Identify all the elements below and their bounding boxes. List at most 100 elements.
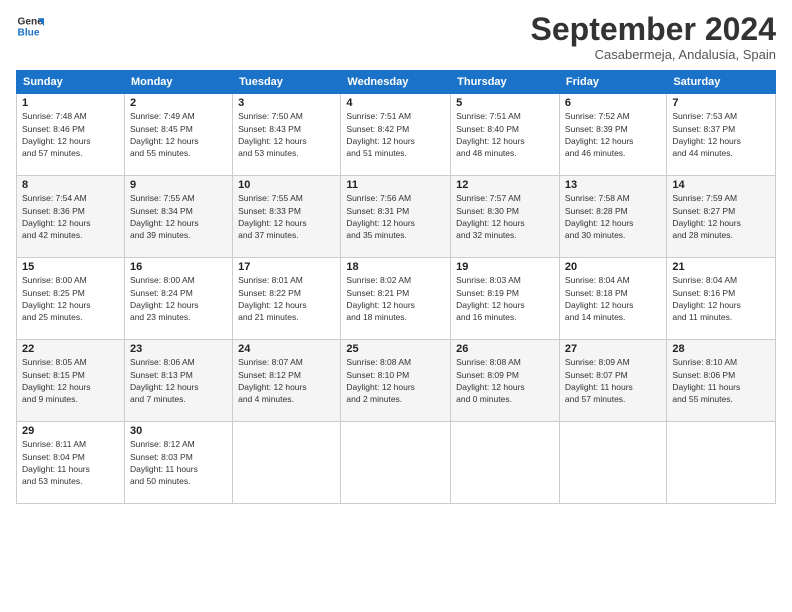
cell-w2-d3: 18Sunrise: 8:02 AM Sunset: 8:21 PM Dayli… [341,258,451,340]
day-number: 11 [346,179,445,191]
cell-w1-d3: 11Sunrise: 7:56 AM Sunset: 8:31 PM Dayli… [341,176,451,258]
cell-w2-d2: 17Sunrise: 8:01 AM Sunset: 8:22 PM Dayli… [233,258,341,340]
day-number: 18 [346,261,445,273]
day-info: Sunrise: 7:59 AM Sunset: 8:27 PM Dayligh… [672,192,770,241]
day-info: Sunrise: 8:04 AM Sunset: 8:18 PM Dayligh… [565,274,661,323]
day-info: Sunrise: 8:08 AM Sunset: 8:09 PM Dayligh… [456,356,554,405]
cell-w0-d1: 2Sunrise: 7:49 AM Sunset: 8:45 PM Daylig… [124,94,232,176]
day-info: Sunrise: 7:58 AM Sunset: 8:28 PM Dayligh… [565,192,661,241]
day-info: Sunrise: 7:53 AM Sunset: 8:37 PM Dayligh… [672,110,770,159]
day-info: Sunrise: 7:56 AM Sunset: 8:31 PM Dayligh… [346,192,445,241]
cell-w1-d5: 13Sunrise: 7:58 AM Sunset: 8:28 PM Dayli… [559,176,666,258]
day-info: Sunrise: 8:09 AM Sunset: 8:07 PM Dayligh… [565,356,661,405]
cell-w2-d1: 16Sunrise: 8:00 AM Sunset: 8:24 PM Dayli… [124,258,232,340]
day-number: 29 [22,425,119,437]
day-info: Sunrise: 7:55 AM Sunset: 8:33 PM Dayligh… [238,192,335,241]
location: Casabermeja, Andalusia, Spain [531,47,776,62]
col-header-friday: Friday [559,71,666,94]
day-number: 1 [22,97,119,109]
day-info: Sunrise: 7:49 AM Sunset: 8:45 PM Dayligh… [130,110,227,159]
day-info: Sunrise: 8:02 AM Sunset: 8:21 PM Dayligh… [346,274,445,323]
cell-w2-d6: 21Sunrise: 8:04 AM Sunset: 8:16 PM Dayli… [667,258,776,340]
day-info: Sunrise: 7:51 AM Sunset: 8:42 PM Dayligh… [346,110,445,159]
cell-w0-d3: 4Sunrise: 7:51 AM Sunset: 8:42 PM Daylig… [341,94,451,176]
day-number: 15 [22,261,119,273]
day-number: 7 [672,97,770,109]
cell-w3-d2: 24Sunrise: 8:07 AM Sunset: 8:12 PM Dayli… [233,340,341,422]
cell-w0-d4: 5Sunrise: 7:51 AM Sunset: 8:40 PM Daylig… [451,94,560,176]
day-info: Sunrise: 7:54 AM Sunset: 8:36 PM Dayligh… [22,192,119,241]
cell-w3-d3: 25Sunrise: 8:08 AM Sunset: 8:10 PM Dayli… [341,340,451,422]
day-number: 5 [456,97,554,109]
day-info: Sunrise: 8:03 AM Sunset: 8:19 PM Dayligh… [456,274,554,323]
col-header-tuesday: Tuesday [233,71,341,94]
day-info: Sunrise: 8:04 AM Sunset: 8:16 PM Dayligh… [672,274,770,323]
cell-w0-d5: 6Sunrise: 7:52 AM Sunset: 8:39 PM Daylig… [559,94,666,176]
col-header-saturday: Saturday [667,71,776,94]
cell-w3-d0: 22Sunrise: 8:05 AM Sunset: 8:15 PM Dayli… [17,340,125,422]
month-title: September 2024 [531,12,776,47]
cell-w3-d6: 28Sunrise: 8:10 AM Sunset: 8:06 PM Dayli… [667,340,776,422]
day-info: Sunrise: 7:50 AM Sunset: 8:43 PM Dayligh… [238,110,335,159]
cell-w1-d2: 10Sunrise: 7:55 AM Sunset: 8:33 PM Dayli… [233,176,341,258]
day-info: Sunrise: 8:08 AM Sunset: 8:10 PM Dayligh… [346,356,445,405]
day-info: Sunrise: 7:55 AM Sunset: 8:34 PM Dayligh… [130,192,227,241]
col-header-sunday: Sunday [17,71,125,94]
day-number: 21 [672,261,770,273]
day-number: 16 [130,261,227,273]
cell-w3-d5: 27Sunrise: 8:09 AM Sunset: 8:07 PM Dayli… [559,340,666,422]
day-number: 22 [22,343,119,355]
day-number: 2 [130,97,227,109]
day-info: Sunrise: 7:52 AM Sunset: 8:39 PM Dayligh… [565,110,661,159]
day-info: Sunrise: 8:00 AM Sunset: 8:25 PM Dayligh… [22,274,119,323]
cell-w1-d6: 14Sunrise: 7:59 AM Sunset: 8:27 PM Dayli… [667,176,776,258]
cell-w3-d1: 23Sunrise: 8:06 AM Sunset: 8:13 PM Dayli… [124,340,232,422]
cell-w1-d4: 12Sunrise: 7:57 AM Sunset: 8:30 PM Dayli… [451,176,560,258]
day-info: Sunrise: 8:06 AM Sunset: 8:13 PM Dayligh… [130,356,227,405]
day-number: 9 [130,179,227,191]
day-number: 27 [565,343,661,355]
day-number: 20 [565,261,661,273]
day-number: 4 [346,97,445,109]
day-number: 23 [130,343,227,355]
cell-w4-d0: 29Sunrise: 8:11 AM Sunset: 8:04 PM Dayli… [17,422,125,504]
col-header-wednesday: Wednesday [341,71,451,94]
cell-w4-d1: 30Sunrise: 8:12 AM Sunset: 8:03 PM Dayli… [124,422,232,504]
day-info: Sunrise: 8:00 AM Sunset: 8:24 PM Dayligh… [130,274,227,323]
svg-text:General: General [18,16,44,27]
calendar-table: SundayMondayTuesdayWednesdayThursdayFrid… [16,70,776,504]
day-number: 25 [346,343,445,355]
day-info: Sunrise: 7:57 AM Sunset: 8:30 PM Dayligh… [456,192,554,241]
cell-w1-d1: 9Sunrise: 7:55 AM Sunset: 8:34 PM Daylig… [124,176,232,258]
day-number: 30 [130,425,227,437]
cell-w0-d6: 7Sunrise: 7:53 AM Sunset: 8:37 PM Daylig… [667,94,776,176]
day-info: Sunrise: 8:07 AM Sunset: 8:12 PM Dayligh… [238,356,335,405]
cell-w2-d5: 20Sunrise: 8:04 AM Sunset: 8:18 PM Dayli… [559,258,666,340]
day-number: 17 [238,261,335,273]
cell-w4-d4 [451,422,560,504]
day-number: 26 [456,343,554,355]
day-number: 8 [22,179,119,191]
day-info: Sunrise: 7:51 AM Sunset: 8:40 PM Dayligh… [456,110,554,159]
day-info: Sunrise: 8:12 AM Sunset: 8:03 PM Dayligh… [130,438,227,487]
day-number: 10 [238,179,335,191]
day-number: 24 [238,343,335,355]
cell-w4-d2 [233,422,341,504]
day-number: 14 [672,179,770,191]
cell-w0-d2: 3Sunrise: 7:50 AM Sunset: 8:43 PM Daylig… [233,94,341,176]
col-header-thursday: Thursday [451,71,560,94]
cell-w3-d4: 26Sunrise: 8:08 AM Sunset: 8:09 PM Dayli… [451,340,560,422]
svg-text:Blue: Blue [18,27,40,38]
cell-w2-d0: 15Sunrise: 8:00 AM Sunset: 8:25 PM Dayli… [17,258,125,340]
cell-w1-d0: 8Sunrise: 7:54 AM Sunset: 8:36 PM Daylig… [17,176,125,258]
cell-w4-d3 [341,422,451,504]
cell-w4-d6 [667,422,776,504]
cell-w2-d4: 19Sunrise: 8:03 AM Sunset: 8:19 PM Dayli… [451,258,560,340]
day-number: 19 [456,261,554,273]
day-number: 13 [565,179,661,191]
day-number: 12 [456,179,554,191]
day-info: Sunrise: 8:01 AM Sunset: 8:22 PM Dayligh… [238,274,335,323]
col-header-monday: Monday [124,71,232,94]
day-info: Sunrise: 8:11 AM Sunset: 8:04 PM Dayligh… [22,438,119,487]
day-info: Sunrise: 8:10 AM Sunset: 8:06 PM Dayligh… [672,356,770,405]
